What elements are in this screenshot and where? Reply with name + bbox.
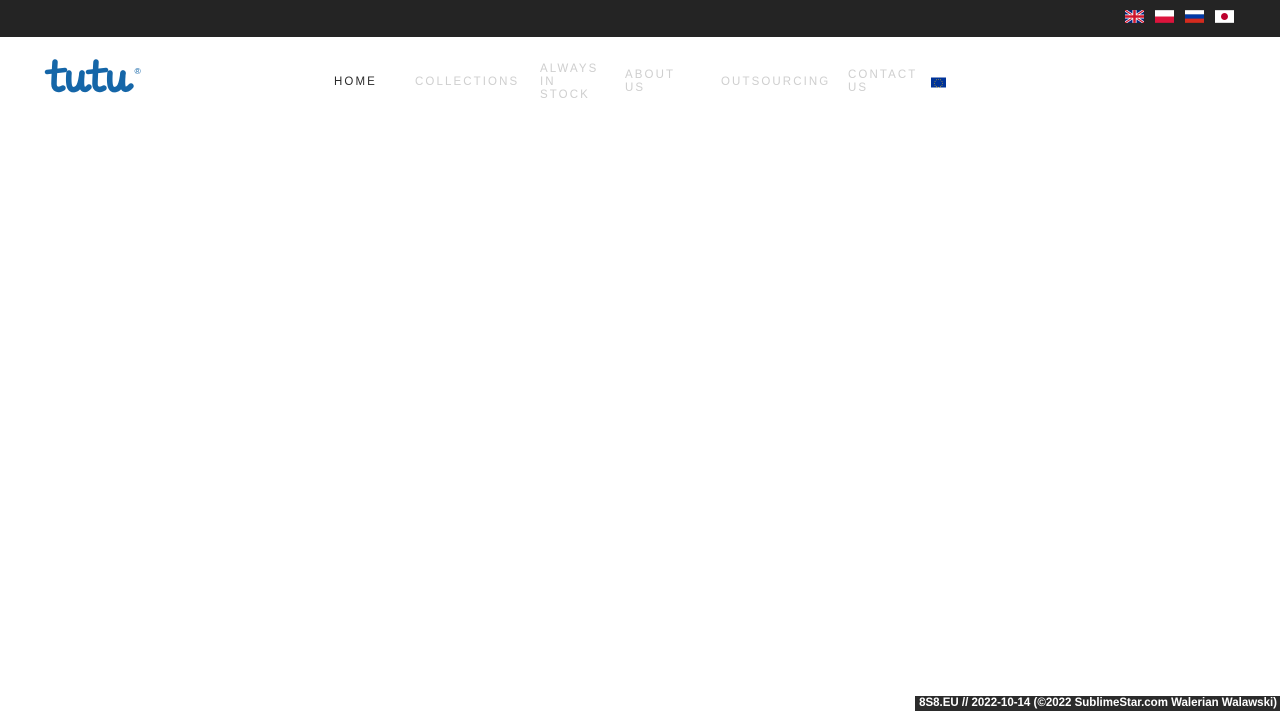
- top-language-bar: [0, 0, 1280, 37]
- flag-jp-icon[interactable]: [1215, 10, 1234, 23]
- nav-item-home[interactable]: HOME: [334, 76, 377, 89]
- site-header: ® HOME COLLECTIONS ALWAYS IN STOCK ABOUT…: [0, 37, 1280, 127]
- main-navigation: HOME COLLECTIONS ALWAYS IN STOCK ABOUT U…: [334, 51, 954, 113]
- nav-item-outsourcing[interactable]: OUTSOURCING: [721, 76, 830, 89]
- nav-cell-about-us: ABOUT US: [625, 51, 677, 113]
- nav-cell-always-in-stock: ALWAYS IN STOCK: [540, 51, 600, 113]
- nav-item-contact-us[interactable]: CONTACT US: [848, 69, 917, 95]
- nav-item-about-us[interactable]: ABOUT US: [625, 69, 677, 95]
- flag-ru-icon[interactable]: [1185, 10, 1204, 23]
- flag-en-icon[interactable]: [1125, 10, 1144, 23]
- site-logo[interactable]: ®: [43, 58, 148, 98]
- nav-cell-outsourcing: OUTSOURCING: [721, 51, 828, 113]
- nav-cell-contact-us: CONTACT US: [848, 51, 917, 113]
- nav-cell-home: HOME: [334, 51, 404, 113]
- nav-item-always-in-stock[interactable]: ALWAYS IN STOCK: [540, 63, 600, 102]
- nav-cell-eu-flag: [931, 51, 951, 113]
- logo-trademark: ®: [135, 66, 142, 76]
- nav-cell-collections: COLLECTIONS: [415, 51, 517, 113]
- status-bar: 8S8.EU // 2022-10-14 (©2022 SublimeStar.…: [915, 696, 1280, 711]
- nav-item-collections[interactable]: COLLECTIONS: [415, 76, 519, 89]
- language-switcher: [1125, 10, 1234, 23]
- flag-eu-icon[interactable]: [931, 77, 946, 88]
- page-content-area: [0, 127, 1280, 694]
- flag-pl-icon[interactable]: [1155, 10, 1174, 23]
